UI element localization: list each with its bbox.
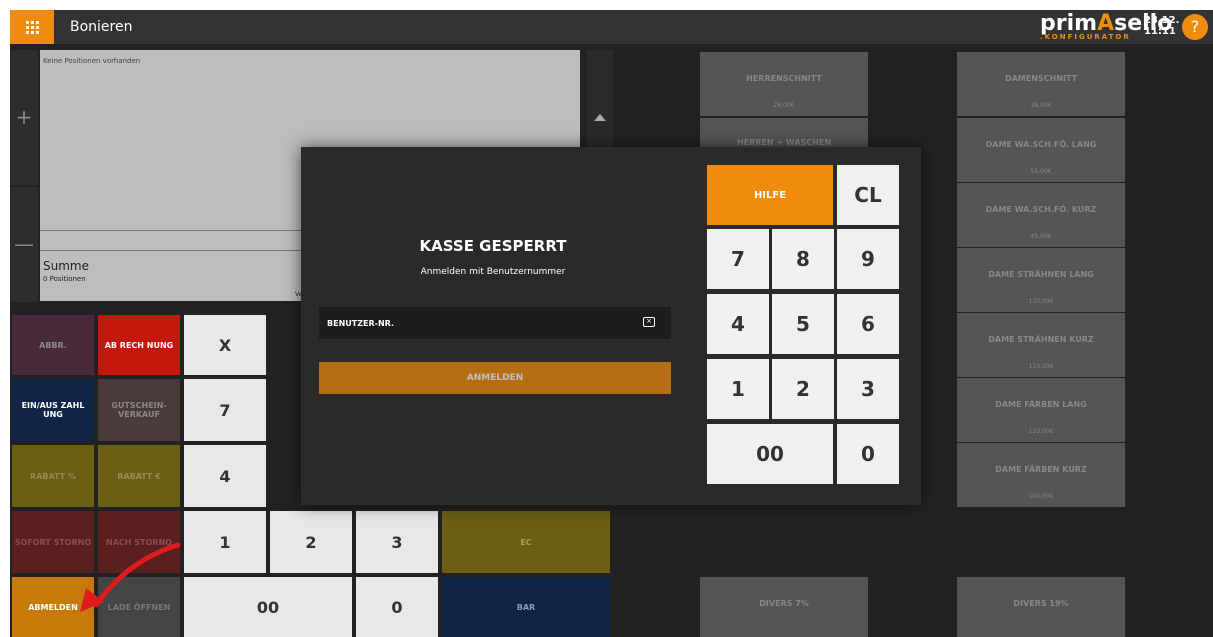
ec-payment-button[interactable]: EC [442, 511, 610, 573]
dialog-subtitle: Anmelden mit Benutzernummer [420, 267, 566, 277]
abbr-button[interactable]: ABBR. [12, 315, 94, 375]
pos-app: Bonieren primAsello .KONFIGURATOR 23.12.… [10, 10, 1213, 637]
product-button[interactable]: DAME FÄRBEN LANG 120,00€ [957, 378, 1125, 442]
rabatt-euro-button[interactable]: RABATT € [98, 445, 180, 507]
sum-label: Summe [43, 259, 89, 273]
keypad-5[interactable]: 5 [772, 294, 834, 354]
keypad-0[interactable]: 0 [837, 424, 899, 484]
user-number-input[interactable] [319, 307, 629, 339]
product-button[interactable]: DAME WA.SCH.FÖ. LANG 55,00€ [957, 118, 1125, 182]
positions-count: 0 Positionen [43, 275, 86, 283]
ein-aus-zahlung-button[interactable]: EIN/AUS ZAHL UNG [12, 379, 94, 441]
brand-subtitle: .KONFIGURATOR [1040, 33, 1131, 41]
product-button[interactable]: HERRENSCHNITT 26,00€ [700, 52, 868, 116]
key-00[interactable]: 00 [184, 577, 352, 637]
keypad-1[interactable]: 1 [707, 359, 769, 419]
key-1[interactable]: 1 [184, 511, 266, 573]
product-button[interactable]: DIVERS 19% [957, 577, 1125, 637]
app-menu-button[interactable] [10, 10, 54, 44]
page-title: Bonieren [70, 19, 133, 35]
key-x[interactable]: X [184, 315, 266, 375]
keypad-4[interactable]: 4 [707, 294, 769, 354]
key-7[interactable]: 7 [184, 379, 266, 441]
help-button[interactable]: ? [1182, 14, 1208, 40]
product-button[interactable]: DAMENSCHNITT 38,00€ [957, 52, 1125, 116]
gutschein-verkauf-button[interactable]: GUTSCHEIN-VERKAUF [98, 379, 180, 441]
keypad-6[interactable]: 6 [837, 294, 899, 354]
empty-positions-text: Keine Positionen vorhanden [43, 57, 141, 65]
key-4[interactable]: 4 [184, 445, 266, 507]
clock: 23.12. 11:11 [1144, 15, 1180, 37]
keypad-8[interactable]: 8 [772, 229, 834, 289]
product-button[interactable]: DAME WA.SCH.FÖ. KURZ 45,00€ [957, 183, 1125, 247]
key-3[interactable]: 3 [356, 511, 438, 573]
keypad-2[interactable]: 2 [772, 359, 834, 419]
rabatt-percent-button[interactable]: RABATT % [12, 445, 94, 507]
clear-key[interactable]: CL [837, 165, 899, 225]
arrow-up-icon [594, 114, 606, 121]
red-arrow-annotation [80, 542, 181, 612]
add-quantity-button[interactable]: + [10, 50, 38, 185]
grid-menu-icon [25, 20, 39, 34]
product-button[interactable]: DAME STRÄHNEN LANG 130,00€ [957, 248, 1125, 312]
lock-dialog: KASSE GESPERRT Anmelden mit Benutzernumm… [301, 147, 921, 505]
bar-payment-button[interactable]: BAR [442, 577, 610, 637]
keypad-00[interactable]: 00 [707, 424, 833, 484]
abrechnung-button[interactable]: AB RECH NUNG [98, 315, 180, 375]
product-button[interactable]: DIVERS 7% [700, 577, 868, 637]
login-button[interactable]: ANMELDEN [319, 362, 671, 394]
keypad-9[interactable]: 9 [837, 229, 899, 289]
backspace-icon[interactable]: × [643, 317, 655, 327]
product-button[interactable]: DAME FÄRBEN KURZ 100,00€ [957, 443, 1125, 507]
keypad-7[interactable]: 7 [707, 229, 769, 289]
product-button[interactable]: DAME STRÄHNEN KURZ 110,00€ [957, 313, 1125, 377]
key-0[interactable]: 0 [356, 577, 438, 637]
user-number-field[interactable]: × [319, 307, 671, 339]
top-bar: Bonieren primAsello .KONFIGURATOR 23.12.… [10, 10, 1213, 44]
dialog-title: KASSE GESPERRT [419, 237, 567, 255]
keypad-3[interactable]: 3 [837, 359, 899, 419]
reduce-quantity-button[interactable]: — [10, 187, 38, 302]
key-2[interactable]: 2 [270, 511, 352, 573]
hilfe-button[interactable]: HILFE [707, 165, 833, 225]
scroll-up-button[interactable] [587, 50, 613, 150]
